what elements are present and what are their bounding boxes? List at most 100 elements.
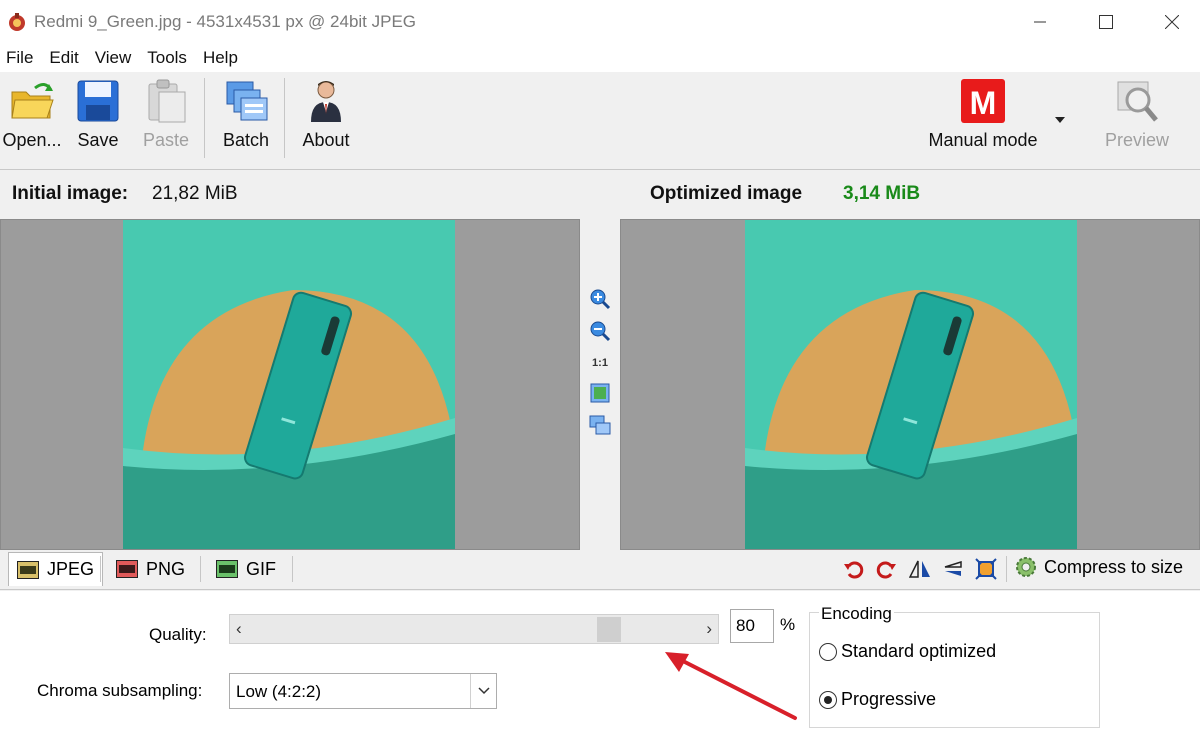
- tool-separator: [1006, 556, 1007, 582]
- close-button[interactable]: [1138, 0, 1200, 44]
- tab-gif[interactable]: GIF: [208, 552, 284, 586]
- chroma-subsampling-select[interactable]: Low (4:2:2): [229, 673, 497, 709]
- preview-magnifier-icon: [1117, 81, 1158, 122]
- paste-button: Paste: [142, 78, 190, 162]
- initial-image-view[interactable]: [0, 219, 580, 550]
- minimize-button[interactable]: [1006, 0, 1074, 44]
- quality-unit: %: [780, 615, 796, 634]
- radio-progressive[interactable]: [819, 690, 837, 709]
- fit-to-window-button[interactable]: [588, 381, 612, 405]
- encoding-standard-label: Standard optimized: [841, 641, 997, 661]
- encoding-progressive-option[interactable]: Progressive: [819, 689, 936, 710]
- toolbar-separator: [284, 78, 285, 158]
- zoom-out-button[interactable]: [588, 319, 612, 343]
- paste-clipboard-icon: [148, 79, 186, 123]
- fit-window-icon: [590, 383, 610, 403]
- compare-view-button[interactable]: [588, 413, 612, 437]
- rotate-right-icon: [876, 561, 896, 579]
- window-title: Redmi 9_Green.jpg - 4531x4531 px @ 24bit…: [34, 12, 417, 31]
- preview-button: Preview: [1104, 78, 1170, 162]
- flip-horizontal-button[interactable]: [908, 556, 932, 582]
- compress-to-size-label: Compress to size: [1044, 556, 1184, 577]
- chevron-down-icon[interactable]: [470, 674, 496, 708]
- jpeg-settings-panel: Quality: ‹ › 80 % Chroma subsampling: Lo…: [0, 591, 1200, 749]
- compress-gear-icon: [1016, 557, 1036, 577]
- tab-separator: [292, 556, 293, 582]
- encoding-progressive-label: Progressive: [841, 689, 937, 709]
- tab-gif-label: GIF: [246, 558, 276, 579]
- close-icon: [1165, 15, 1179, 29]
- rotate-right-button[interactable]: [874, 556, 898, 582]
- about-person-icon: [311, 81, 341, 122]
- encoding-standard-option[interactable]: Standard optimized: [819, 641, 996, 662]
- chroma-subsampling-value: Low (4:2:2): [236, 682, 322, 701]
- save-button[interactable]: Save: [74, 78, 122, 162]
- menu-view[interactable]: View: [89, 48, 138, 68]
- toolbar-separator: [204, 78, 205, 158]
- flip-horizontal-icon: [909, 560, 930, 578]
- tab-separator: [100, 556, 101, 582]
- chroma-subsampling-label: Chroma subsampling:: [37, 681, 203, 700]
- format-tabs-row: JPEG PNG GIF Compress to size: [0, 550, 1200, 590]
- maximize-button[interactable]: [1072, 0, 1140, 44]
- mode-letter: M: [970, 85, 997, 121]
- tab-jpeg[interactable]: JPEG: [8, 552, 104, 586]
- save-disk-icon: [77, 80, 119, 122]
- paste-label: Paste: [142, 130, 190, 150]
- open-button[interactable]: Open...: [2, 78, 62, 162]
- png-format-icon: [116, 560, 138, 578]
- initial-image-size: 21,82 MiB: [152, 183, 238, 204]
- batch-windows-icon: [226, 81, 268, 121]
- menu-help[interactable]: Help: [197, 48, 244, 68]
- slider-right-arrow-icon[interactable]: ›: [706, 619, 712, 639]
- quality-slider[interactable]: ‹ ›: [229, 614, 719, 644]
- manual-mode-icon: M: [961, 79, 1005, 123]
- optimized-image-view[interactable]: [620, 219, 1200, 550]
- preview-label: Preview: [1104, 130, 1170, 150]
- compress-to-size-button[interactable]: Compress to size: [1014, 555, 1183, 579]
- optimized-image-size: 3,14 MiB: [843, 183, 921, 204]
- image-size-row: Initial image: 21,82 MiB Optimized image…: [0, 172, 1200, 218]
- zoom-toolbar: 1:1: [580, 219, 620, 550]
- minimize-icon: [1034, 21, 1046, 23]
- crop-button[interactable]: [974, 556, 998, 582]
- menu-tools[interactable]: Tools: [141, 48, 193, 68]
- zoom-actual-size-label: 1:1: [592, 357, 608, 369]
- zoom-in-icon: [590, 289, 611, 310]
- about-button[interactable]: About: [300, 78, 352, 162]
- crop-icon: [975, 558, 997, 580]
- gif-format-icon: [216, 560, 238, 578]
- menu-edit[interactable]: Edit: [43, 48, 84, 68]
- open-label: Open...: [2, 130, 62, 150]
- initial-image-label: Initial image:: [12, 183, 129, 204]
- open-folder-icon: [11, 83, 54, 119]
- encoding-group: [809, 612, 1100, 728]
- slider-thumb[interactable]: [596, 617, 621, 642]
- flip-vertical-icon: [944, 560, 962, 576]
- rotate-left-button[interactable]: [842, 556, 866, 582]
- slider-left-arrow-icon[interactable]: ‹: [236, 619, 242, 639]
- tab-png-label: PNG: [146, 558, 186, 579]
- radio-standard[interactable]: [819, 642, 837, 661]
- tab-separator: [200, 556, 201, 582]
- mode-button[interactable]: M Manual mode: [924, 78, 1042, 162]
- annotation-arrow-icon: [665, 652, 797, 720]
- rotate-left-icon: [844, 561, 864, 579]
- optimized-image-preview: [745, 220, 1077, 549]
- tab-png[interactable]: PNG: [108, 552, 193, 586]
- menu-file[interactable]: File: [0, 48, 39, 68]
- optimized-image-label: Optimized image: [650, 183, 803, 204]
- batch-button[interactable]: Batch: [220, 78, 272, 162]
- flip-vertical-button[interactable]: [940, 556, 964, 582]
- zoom-actual-size-button[interactable]: 1:1: [588, 351, 612, 375]
- jpeg-format-icon: [17, 560, 39, 579]
- zoom-in-button[interactable]: [588, 287, 612, 311]
- mode-dropdown-icon[interactable]: [1054, 116, 1066, 124]
- menu-bar: File Edit View Tools Help: [0, 44, 1200, 72]
- batch-label: Batch: [222, 130, 270, 150]
- about-label: About: [302, 130, 350, 150]
- tab-jpeg-label: JPEG: [47, 559, 95, 579]
- zoom-out-icon: [590, 321, 611, 342]
- quality-input[interactable]: 80: [730, 609, 774, 643]
- app-icon: [9, 13, 25, 31]
